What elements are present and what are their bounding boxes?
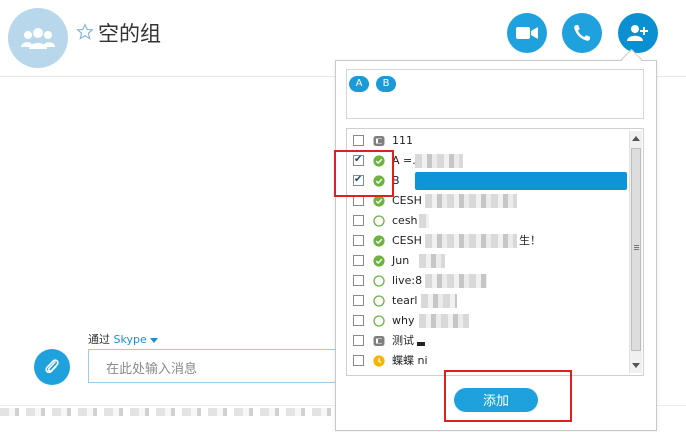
phone-icon bbox=[574, 25, 590, 41]
contact-checkbox[interactable] bbox=[353, 335, 364, 346]
group-avatar[interactable] bbox=[8, 8, 68, 68]
scroll-thumb[interactable] bbox=[631, 148, 641, 351]
offline-status-icon bbox=[373, 315, 385, 327]
contact-row[interactable]: tearl bbox=[347, 291, 629, 311]
contact-list-scrollbar[interactable] bbox=[629, 131, 642, 373]
offline-status-icon bbox=[373, 295, 385, 307]
conversation-title: 空的组 bbox=[98, 22, 161, 46]
via-prefix: 通过 bbox=[88, 333, 110, 346]
blurred-name bbox=[417, 342, 425, 346]
via-service: Skype bbox=[113, 333, 147, 346]
contact-row[interactable]: 111 bbox=[347, 131, 629, 151]
favorite-star-icon[interactable] bbox=[76, 23, 94, 41]
add-people-button[interactable] bbox=[618, 13, 658, 53]
add-person-icon bbox=[627, 25, 648, 41]
contact-name: CESH bbox=[392, 234, 422, 247]
contact-name: A =. bbox=[392, 154, 416, 167]
offline-status-icon bbox=[373, 275, 385, 287]
blurred-name bbox=[419, 314, 469, 328]
group-icon bbox=[373, 136, 385, 146]
send-via-selector[interactable]: 通过 Skype bbox=[88, 331, 158, 347]
group-people-icon bbox=[21, 28, 55, 49]
contact-checkbox[interactable] bbox=[353, 235, 364, 246]
away-status-icon bbox=[373, 355, 385, 367]
online-status-icon bbox=[373, 375, 385, 376]
chevron-down-icon bbox=[149, 337, 158, 343]
blurred-name bbox=[425, 274, 487, 288]
contact-name: Jun bbox=[392, 254, 410, 267]
blurred-name bbox=[421, 294, 457, 308]
contact-name: live:8 bbox=[392, 274, 423, 287]
contact-row[interactable]: live:8 bbox=[347, 271, 629, 291]
blurred-name bbox=[425, 234, 517, 248]
message-input[interactable]: 在此处输入消息 bbox=[88, 349, 348, 383]
annotation-highlight-checkboxes bbox=[334, 150, 394, 197]
contact-name: 111 bbox=[392, 134, 413, 147]
selected-chip[interactable]: B bbox=[376, 76, 396, 92]
contact-row[interactable]: CESH 生！ bbox=[347, 231, 629, 251]
online-status-icon bbox=[373, 255, 385, 267]
contact-row[interactable]: why bbox=[347, 311, 629, 331]
paperclip-icon bbox=[45, 359, 59, 374]
selected-contacts-field[interactable]: A B bbox=[346, 69, 644, 119]
blurred-name bbox=[425, 194, 517, 208]
attach-file-button[interactable] bbox=[34, 349, 70, 385]
contact-checkbox[interactable] bbox=[353, 275, 364, 286]
contact-name: 测试 bbox=[392, 334, 414, 347]
contact-row[interactable]: cesh bbox=[347, 211, 629, 231]
online-status-icon bbox=[373, 235, 385, 247]
blurred-text bbox=[0, 408, 340, 416]
contact-name: cesh bbox=[392, 214, 418, 227]
offline-status-icon bbox=[373, 215, 385, 227]
group-icon bbox=[373, 336, 385, 346]
contact-name: CESH bbox=[392, 194, 422, 207]
contact-checkbox[interactable] bbox=[353, 135, 364, 146]
blurred-name bbox=[419, 254, 445, 268]
video-camera-icon bbox=[516, 27, 538, 39]
contact-row[interactable]: Jun bbox=[347, 251, 629, 271]
contact-checkbox[interactable] bbox=[353, 255, 364, 266]
annotation-highlight-add-button bbox=[444, 370, 572, 422]
blurred-name bbox=[419, 214, 429, 228]
grip-icon bbox=[634, 245, 639, 246]
audio-call-button[interactable] bbox=[562, 13, 602, 53]
contact-row[interactable]: 蝶蝶 ni bbox=[347, 351, 629, 371]
contact-name: tearl bbox=[392, 294, 418, 307]
contact-row[interactable]: 测试 bbox=[347, 331, 629, 351]
selection-highlight bbox=[415, 172, 627, 190]
contact-checkbox[interactable] bbox=[353, 375, 364, 376]
scroll-down-arrow-icon[interactable] bbox=[632, 363, 640, 368]
contact-checkbox[interactable] bbox=[353, 215, 364, 226]
selected-chip[interactable]: A bbox=[349, 76, 369, 92]
blurred-name bbox=[415, 154, 463, 168]
contact-name: why bbox=[392, 314, 415, 327]
contact-name-suffix: 生！ bbox=[519, 234, 541, 247]
contact-checkbox[interactable] bbox=[353, 315, 364, 326]
scroll-up-arrow-icon[interactable] bbox=[632, 136, 640, 141]
contact-name: 蝶蝶 ni bbox=[392, 354, 428, 367]
video-call-button[interactable] bbox=[507, 13, 547, 53]
contact-checkbox[interactable] bbox=[353, 295, 364, 306]
contact-checkbox[interactable] bbox=[353, 355, 364, 366]
